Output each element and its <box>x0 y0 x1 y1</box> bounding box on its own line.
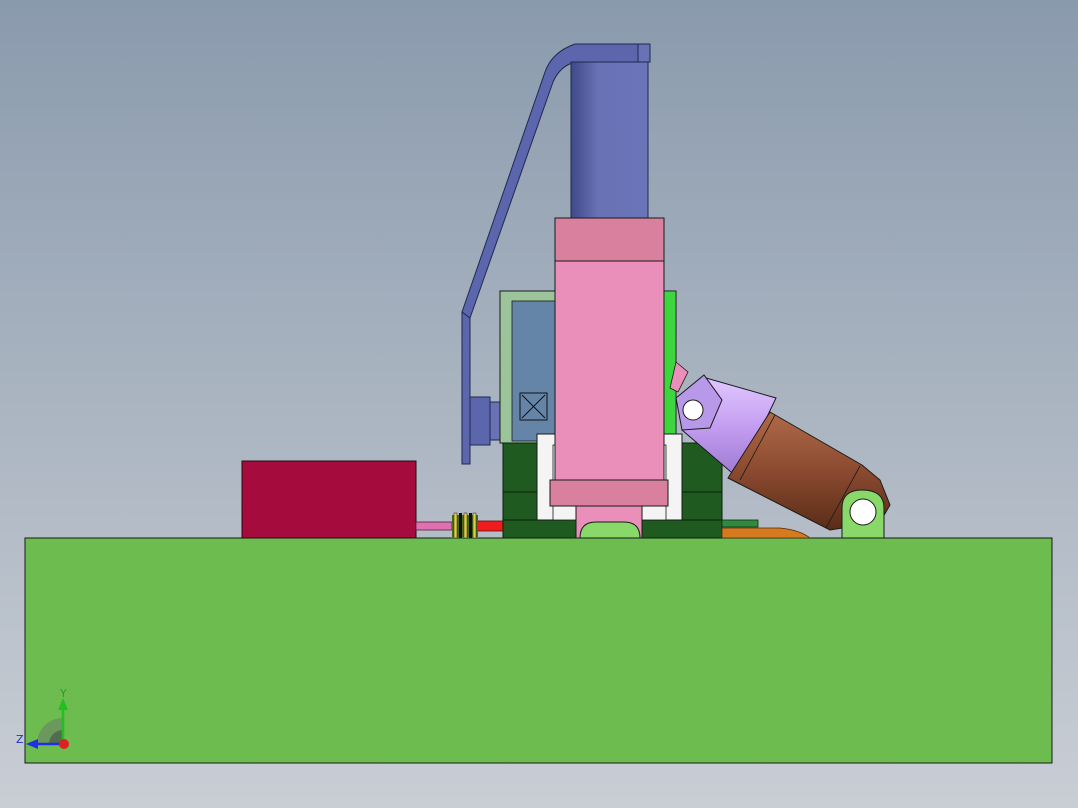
stop-block[interactable] <box>241 460 417 539</box>
triad-z-label: Z <box>16 733 24 746</box>
triad-y-label: Y <box>59 687 67 700</box>
spring-plunger[interactable] <box>415 512 505 539</box>
pink-slide[interactable] <box>549 217 669 539</box>
air-tubing[interactable] <box>721 519 812 539</box>
graphics-viewport[interactable]: Y Z <box>0 0 1078 808</box>
main-cylinder[interactable] <box>570 61 649 220</box>
base-plate[interactable] <box>24 537 1053 764</box>
x-axis-origin <box>59 739 69 749</box>
cad-model-view[interactable]: Y Z <box>0 0 1078 808</box>
pivot-pin[interactable] <box>841 489 885 539</box>
